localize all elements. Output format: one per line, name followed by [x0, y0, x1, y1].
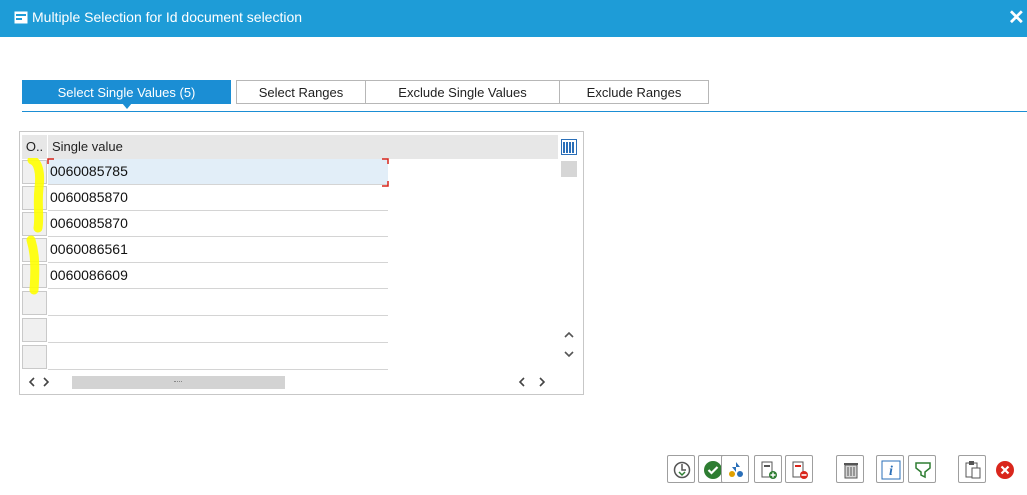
tab-exclude-single-values[interactable]: Exclude Single Values [365, 80, 560, 104]
scroll-down-icon[interactable] [562, 348, 576, 360]
scroll-left-icon[interactable] [516, 376, 528, 388]
insert-row-button[interactable] [754, 455, 782, 483]
single-value-cell[interactable]: 0060086609 [48, 263, 388, 289]
scroll-right-icon[interactable] [40, 376, 52, 388]
scroll-left-icon[interactable] [26, 376, 38, 388]
execute-icon [673, 461, 691, 479]
row-selector[interactable] [22, 318, 47, 342]
window-icon [14, 11, 28, 24]
delete-row-icon [792, 461, 808, 479]
paste-button[interactable] [958, 455, 986, 483]
svg-text:i: i [889, 464, 893, 479]
insert-row-icon [761, 461, 777, 479]
row-selector[interactable] [22, 345, 47, 369]
single-value-cell[interactable]: 0060085870 [48, 185, 388, 211]
column-header-single-value[interactable]: Single value [48, 135, 388, 159]
execute-button[interactable] [667, 455, 695, 483]
trash-icon [844, 463, 858, 479]
close-icon[interactable]: ✕ [1008, 6, 1025, 30]
column-header-option[interactable]: O.. [22, 135, 47, 159]
check-icon [704, 461, 722, 479]
filter-icon [915, 462, 931, 479]
cell-focus-marker [47, 158, 389, 187]
cancel-icon [996, 461, 1014, 479]
hscroll-thumb[interactable] [72, 376, 285, 389]
import-icon [729, 462, 743, 477]
scroll-up-icon[interactable] [562, 328, 576, 340]
single-value-cell[interactable] [48, 317, 388, 343]
title-bar: Multiple Selection for Id document selec… [0, 0, 1027, 37]
horizontal-scrollbar[interactable] [22, 373, 554, 391]
scroll-thumb[interactable] [561, 161, 577, 177]
tab-underline [22, 111, 1027, 112]
window-title: Multiple Selection for Id document selec… [32, 9, 303, 25]
paste-icon [965, 461, 981, 479]
info-icon: i [881, 460, 901, 480]
single-value-cell[interactable] [48, 344, 388, 370]
highlight-mark [26, 158, 45, 295]
scroll-right-icon[interactable] [536, 376, 548, 388]
tab-exclude-ranges[interactable]: Exclude Ranges [559, 80, 709, 104]
import-button[interactable] [721, 455, 749, 483]
filter-button[interactable] [908, 455, 936, 483]
cancel-button[interactable] [990, 455, 1018, 483]
info-button[interactable]: i [876, 455, 904, 483]
column-header-spacer [388, 135, 558, 159]
tab-select-ranges[interactable]: Select Ranges [236, 80, 366, 104]
single-value-cell[interactable]: 0060085870 [48, 211, 388, 237]
tab-select-single-values[interactable]: Select Single Values (5) [22, 80, 231, 109]
column-settings-icon[interactable] [561, 139, 577, 155]
vertical-scrollbar[interactable] [558, 135, 580, 367]
delete-row-button[interactable] [785, 455, 813, 483]
single-value-cell[interactable]: 0060086561 [48, 237, 388, 263]
single-value-cell[interactable] [48, 290, 388, 316]
delete-all-button[interactable] [836, 455, 864, 483]
